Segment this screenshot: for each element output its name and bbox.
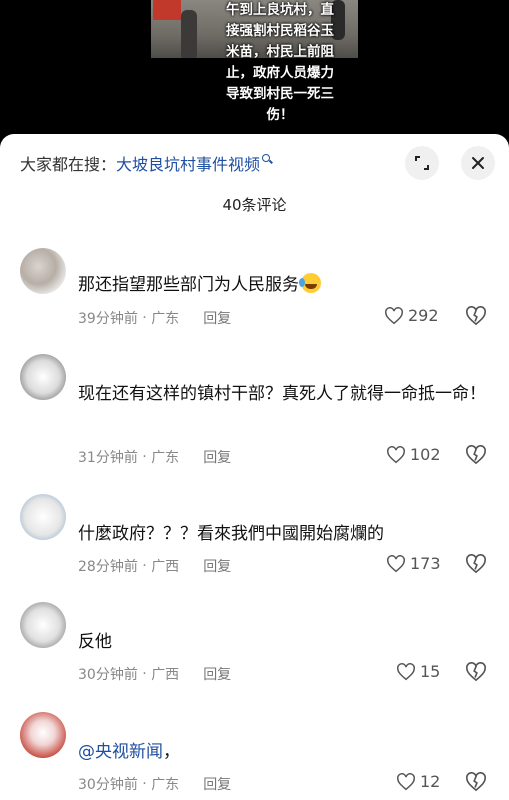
- reply-button[interactable]: 回复: [203, 556, 231, 576]
- like-count: 102: [410, 445, 441, 464]
- like-count: 173: [410, 554, 441, 573]
- broken-heart-icon: [466, 554, 486, 574]
- video-caption: 午到上良坑村，直 接强割村民稻谷玉 米苗，村民上前阻 止，政府人员爆力 导致到村…: [205, 0, 355, 126]
- broken-heart-icon: [466, 445, 486, 465]
- comment-text: 什麼政府？？？看來我們中國開始腐爛的: [78, 524, 384, 544]
- meta-separator: ·: [137, 558, 152, 574]
- comment-count: 40条评论: [222, 196, 287, 214]
- like-button[interactable]: 173: [386, 554, 441, 573]
- caption-line: 米苗，村民上前阻: [226, 44, 334, 60]
- heart-outline-icon: [387, 554, 405, 572]
- avatar[interactable]: [20, 354, 66, 400]
- comment-item: 反他 30分钟前 · 广西 回复 15: [0, 602, 509, 692]
- meta-separator: ·: [137, 666, 152, 682]
- trending-search[interactable]: 大家都在搜： 大坡良坑村事件视频: [20, 150, 273, 176]
- broken-heart-icon: [466, 306, 486, 326]
- reply-button[interactable]: 回复: [203, 447, 231, 467]
- close-icon: [472, 157, 484, 169]
- meta-separator: ·: [137, 449, 152, 465]
- like-button[interactable]: 292: [384, 306, 439, 325]
- comment-text: 现在还有这样的镇村干部？真死人了就得一命抵一命！: [78, 384, 486, 404]
- crying-laughing-emoji-icon: [299, 273, 321, 293]
- like-button[interactable]: 15: [396, 662, 440, 681]
- comment-location: 广西: [151, 559, 180, 575]
- caption-line: 止，政府人员爆力: [226, 65, 334, 81]
- caption-line: 伤！: [266, 107, 294, 123]
- comment-meta: 31分钟前 · 广东 回复: [78, 447, 231, 467]
- comment-body: ，: [163, 742, 180, 762]
- comment-item: 那还指望那些部门为人民服务 39分钟前 · 广东 回复 292: [0, 242, 509, 332]
- comment-text: @央视新闻，: [78, 738, 498, 767]
- video-player[interactable]: 午到上良坑村，直 接强割村民稻谷玉 米苗，村民上前阻 止，政府人员爆力 导致到村…: [0, 0, 509, 134]
- broken-heart-icon: [466, 662, 486, 682]
- comment-location: 广东: [151, 450, 180, 466]
- close-button[interactable]: [461, 146, 495, 180]
- comment-location: 广东: [151, 777, 180, 793]
- dislike-button[interactable]: [465, 554, 487, 578]
- broken-heart-icon: [466, 772, 486, 792]
- avatar[interactable]: [20, 602, 66, 648]
- reply-button[interactable]: 回复: [203, 308, 231, 328]
- reply-button[interactable]: 回复: [203, 664, 231, 684]
- trending-search-term[interactable]: 大坡良坑村事件视频: [116, 151, 260, 175]
- meta-separator: ·: [137, 310, 152, 326]
- comment-time: 30分钟前: [78, 777, 138, 793]
- caption-line: 导致到村民一死三: [226, 86, 334, 102]
- avatar[interactable]: [20, 712, 66, 758]
- heart-outline-icon: [397, 662, 415, 680]
- meta-separator: ·: [137, 776, 152, 792]
- reply-button[interactable]: 回复: [203, 774, 231, 794]
- protest-banner: [153, 0, 181, 20]
- comment-time: 39分钟前: [78, 311, 138, 327]
- dislike-button[interactable]: [465, 662, 487, 686]
- comment-item: 什麼政府？？？看來我們中國開始腐爛的 28分钟前 · 广西 回复 173: [0, 494, 509, 584]
- dislike-button[interactable]: [465, 445, 487, 469]
- trending-search-label: 大家都在搜：: [20, 155, 117, 174]
- dislike-button[interactable]: [465, 306, 487, 330]
- comment-location: 广东: [151, 311, 180, 327]
- search-icon: [262, 153, 273, 165]
- avatar[interactable]: [20, 494, 66, 540]
- heart-outline-icon: [387, 445, 405, 463]
- avatar[interactable]: [20, 248, 66, 294]
- like-count: 292: [408, 306, 439, 325]
- comment-meta: 30分钟前 · 广东 回复: [78, 774, 231, 794]
- mention-link[interactable]: @央视新闻: [78, 742, 163, 762]
- comment-item: 现在还有这样的镇村干部？真死人了就得一命抵一命！ 31分钟前 · 广东 回复 1…: [0, 354, 509, 474]
- comment-meta: 28分钟前 · 广西 回复: [78, 556, 231, 576]
- comments-sheet: 大家都在搜： 大坡良坑村事件视频 40条评论 那还指望那些部门为人民服务 39分…: [0, 134, 509, 800]
- heart-outline-icon: [385, 306, 403, 324]
- like-button[interactable]: 12: [396, 772, 440, 791]
- like-button[interactable]: 102: [386, 445, 441, 464]
- comment-location: 广西: [151, 667, 180, 683]
- expand-button[interactable]: [405, 146, 439, 180]
- dislike-button[interactable]: [465, 772, 487, 796]
- caption-line: 接强割村民稻谷玉: [226, 23, 334, 39]
- comment-text: 反他: [78, 632, 112, 652]
- comment-meta: 39分钟前 · 广东 回复: [78, 308, 231, 328]
- heart-outline-icon: [397, 772, 415, 790]
- comment-time: 31分钟前: [78, 450, 138, 466]
- comment-text: 那还指望那些部门为人民服务: [78, 271, 498, 300]
- comment-time: 28分钟前: [78, 559, 138, 575]
- like-count: 12: [420, 772, 441, 791]
- comment-meta: 30分钟前 · 广西 回复: [78, 664, 231, 684]
- comment-body: 那还指望那些部门为人民服务: [78, 275, 299, 295]
- comment-item: @央视新闻， 30分钟前 · 广东 回复 12: [0, 712, 509, 800]
- comment-time: 30分钟前: [78, 667, 138, 683]
- expand-icon: [415, 156, 429, 170]
- person-figure: [181, 10, 197, 58]
- like-count: 15: [420, 662, 441, 681]
- caption-line: 午到上良坑村，直: [226, 2, 334, 18]
